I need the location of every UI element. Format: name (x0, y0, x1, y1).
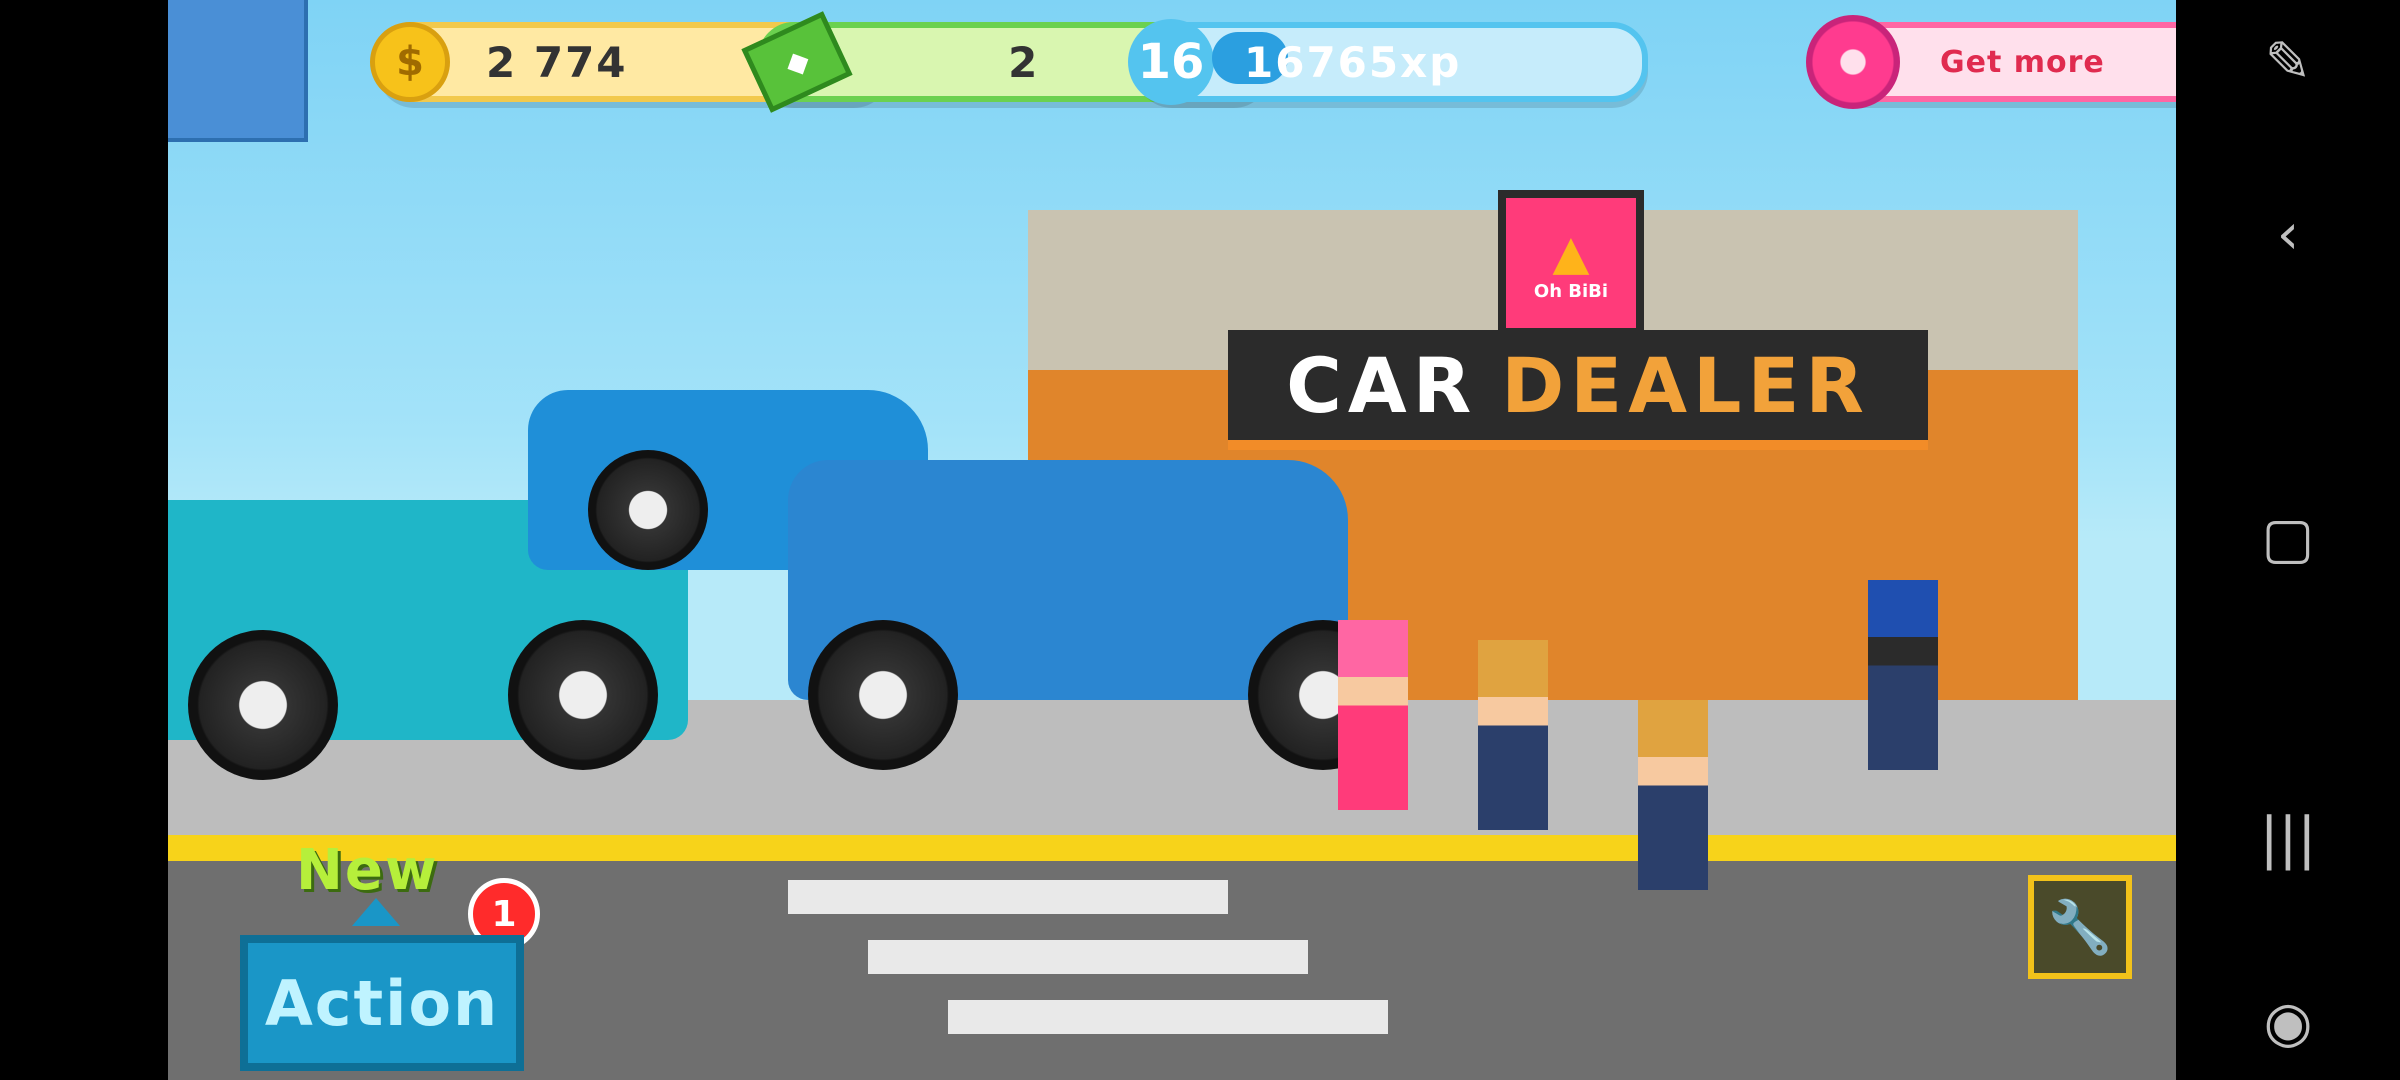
recents-icon[interactable]: ||| (2246, 796, 2330, 880)
worker-hardhat[interactable] (1478, 640, 1548, 830)
dollar-coin-icon: $ (370, 22, 450, 102)
donut-get-more[interactable]: Get more (1806, 15, 2176, 109)
sign-text-car: CAR (1286, 340, 1478, 430)
gamepad-icon[interactable]: ◉ (2246, 980, 2330, 1064)
car-wheel (508, 620, 658, 770)
car-dealer-sign: CAR DEALER (1228, 330, 1928, 450)
sign-text-dealer: DEALER (1501, 340, 1870, 430)
customer-blue-cap[interactable] (1868, 580, 1938, 770)
wrench-button[interactable]: 🔧 (2028, 875, 2132, 979)
crosswalk-stripe (788, 880, 1228, 914)
crosswalk-stripe (948, 1000, 1388, 1034)
action-button[interactable]: Action (240, 935, 524, 1071)
curb (168, 835, 2176, 861)
donut-icon (1806, 15, 1900, 109)
game-screen[interactable]: ▲ Oh BiBi CAR DEALER $ 2 774 + ◆ 2 + 16 … (168, 0, 2176, 1080)
dealer-logo: ▲ Oh BiBi (1498, 190, 1644, 336)
level-star-icon: 16 (1128, 19, 1214, 105)
car-wheel (188, 630, 338, 780)
system-nav-bar: ✎ ‹ ▢ ||| ◉ (2176, 0, 2400, 1080)
level-number: 16 (1137, 34, 1205, 90)
wrench-icon: 🔧 (2047, 897, 2113, 958)
flame-icon: ▲ (1552, 224, 1590, 281)
home-icon[interactable]: ▢ (2246, 496, 2330, 580)
edit-icon[interactable]: ✎ (2246, 20, 2330, 104)
new-label: New (296, 838, 439, 903)
xp-value: 16765xp (1244, 37, 1462, 87)
logo-text: Oh BiBi (1533, 280, 1609, 302)
xp-bar[interactable]: 16 16765xp (1128, 19, 1648, 105)
customer-pink-hair[interactable] (1338, 620, 1408, 810)
car-wheel (808, 620, 958, 770)
back-icon[interactable]: ‹ (2246, 192, 2330, 276)
worker-hardhat[interactable] (1638, 700, 1708, 890)
crosswalk-stripe (868, 940, 1308, 974)
car-wheel (588, 450, 708, 570)
get-more-label: Get more (1940, 44, 2105, 80)
arrow-up-icon (352, 898, 400, 926)
avatar-frame[interactable] (168, 0, 308, 142)
